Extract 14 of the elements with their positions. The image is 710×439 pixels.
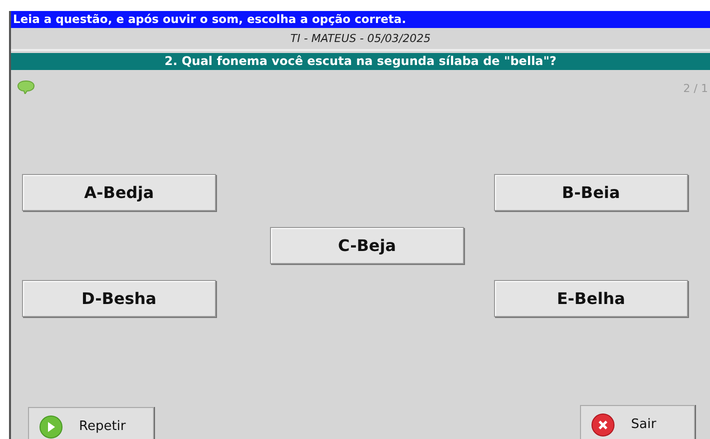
option-button[interactable]: C-Beja [270, 227, 464, 264]
repeat-button[interactable]: Repetir [28, 407, 154, 439]
option-button[interactable]: E-Belha [494, 280, 688, 317]
option-button[interactable]: A-Bedja [22, 174, 216, 211]
question-bar: 2. Qual fonema você escuta na segunda sílaba de "bella"? [11, 53, 710, 70]
header-title: TI - MATEUS - 05/03/2025 [11, 29, 710, 51]
question-counter: 2 / 1 [683, 81, 708, 95]
option-button[interactable]: B-Beia [494, 174, 688, 211]
option-button[interactable]: D-Besha [22, 280, 216, 317]
play-icon [39, 414, 63, 438]
exit-button[interactable]: Sair [580, 405, 695, 439]
instruction-bar: Leia a questão, e após ouvir o som, escolha a opção correta. [11, 11, 710, 28]
speech-bubble-icon[interactable] [17, 80, 35, 94]
close-icon [591, 412, 615, 436]
